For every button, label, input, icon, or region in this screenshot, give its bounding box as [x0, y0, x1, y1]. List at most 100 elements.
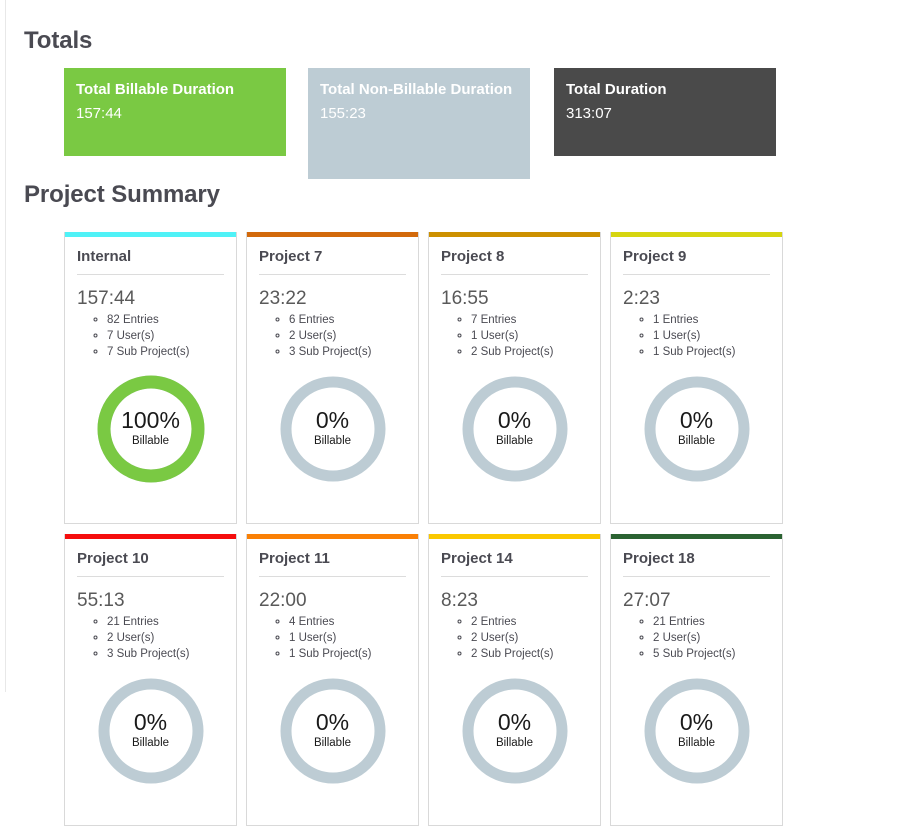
project-card-title: Project 8 — [441, 248, 505, 265]
billable-donut-wrapper: 0% Billable — [259, 375, 406, 483]
project-card-body: Project 9 2:23 1 Entries1 User(s)1 Sub Pro… — [611, 237, 782, 483]
total-billable-duration-tile: Total Billable Duration 157:44 — [64, 68, 286, 156]
project-card-stats-list: 21 Entries2 User(s)3 Sub Project(s) — [93, 615, 224, 662]
billable-donut-chart: 0% Billable — [461, 375, 569, 483]
billable-percent-label: Billable — [677, 737, 716, 750]
project-card-entries: 2 Entries — [471, 615, 588, 631]
project-card-title: Project 11 — [259, 550, 330, 567]
project-card[interactable]: Project 10 55:13 21 Entries2 User(s)3 Sub … — [64, 534, 237, 826]
project-card-divider — [441, 575, 588, 577]
billable-donut-center: 0% Billable — [643, 375, 751, 483]
billable-percent-label: Billable — [313, 435, 352, 448]
project-card-body: Project 18 27:07 21 Entries2 User(s)5 Sub … — [611, 539, 782, 785]
total-billable-duration-label: Total Billable Duration — [76, 81, 235, 98]
project-card[interactable]: Internal 157:44 82 Entries7 User(s)7 Sub P… — [64, 232, 237, 524]
billable-donut-center: 0% Billable — [279, 375, 387, 483]
billable-donut-wrapper: 0% Billable — [623, 677, 770, 785]
project-card-divider — [259, 575, 406, 577]
billable-percent-value: 0% — [679, 709, 714, 736]
project-card-divider — [259, 273, 406, 275]
project-card-sub-projects: 1 Sub Project(s) — [289, 647, 406, 663]
page-title-totals: Totals — [24, 27, 93, 54]
project-card-duration: 157:44 — [77, 287, 136, 309]
project-card-duration: 23:22 — [259, 287, 307, 309]
project-card[interactable]: Project 14 8:23 2 Entries2 User(s)2 Sub Pr… — [428, 534, 601, 826]
project-card-entries: 82 Entries — [107, 313, 224, 329]
total-billable-duration-value: 157:44 — [76, 105, 122, 123]
billable-percent-value: 0% — [497, 407, 532, 434]
project-card-sub-projects: 1 Sub Project(s) — [653, 345, 770, 361]
billable-donut-center: 0% Billable — [97, 677, 205, 785]
total-duration-tile: Total Duration 313:07 — [554, 68, 776, 156]
total-duration-value: 313:07 — [566, 105, 612, 123]
billable-percent-label: Billable — [495, 435, 534, 448]
project-card-entries: 6 Entries — [289, 313, 406, 329]
billable-percent-label: Billable — [313, 737, 352, 750]
project-card-sub-projects: 5 Sub Project(s) — [653, 647, 770, 663]
project-card-title: Project 7 — [259, 248, 323, 265]
billable-percent-value: 100% — [121, 407, 180, 434]
project-card-divider — [623, 575, 770, 577]
total-duration-label: Total Duration — [566, 81, 667, 98]
total-non-billable-duration-label: Total Non-Billable Duration — [320, 81, 513, 98]
project-card[interactable]: Project 8 16:55 7 Entries1 User(s)2 Sub Pr… — [428, 232, 601, 524]
billable-percent-value: 0% — [315, 407, 350, 434]
project-card-users: 2 User(s) — [107, 631, 224, 647]
billable-percent-label: Billable — [495, 737, 534, 750]
project-card-title: Project 18 — [623, 550, 695, 567]
project-card[interactable]: Project 9 2:23 1 Entries1 User(s)1 Sub Pro… — [610, 232, 783, 524]
billable-donut-chart: 0% Billable — [279, 375, 387, 483]
billable-donut-wrapper: 0% Billable — [77, 677, 224, 785]
project-card-sub-projects: 2 Sub Project(s) — [471, 345, 588, 361]
project-card-stats-list: 6 Entries2 User(s)3 Sub Project(s) — [275, 313, 406, 360]
project-card-stats-list: 21 Entries2 User(s)5 Sub Project(s) — [639, 615, 770, 662]
project-card-divider — [623, 273, 770, 275]
billable-donut-center: 0% Billable — [461, 677, 569, 785]
project-card[interactable]: Project 7 23:22 6 Entries2 User(s)3 Sub Pr… — [246, 232, 419, 524]
billable-donut-wrapper: 0% Billable — [623, 375, 770, 483]
project-card-users: 2 User(s) — [289, 329, 406, 345]
total-non-billable-duration-value: 155:23 — [320, 105, 366, 123]
project-card-divider — [441, 273, 588, 275]
project-card-users: 7 User(s) — [107, 329, 224, 345]
project-card-users: 2 User(s) — [471, 631, 588, 647]
project-card-divider — [77, 273, 224, 275]
billable-donut-wrapper: 0% Billable — [259, 677, 406, 785]
project-card[interactable]: Project 11 22:00 4 Entries1 User(s)1 Sub P… — [246, 534, 419, 826]
billable-percent-value: 0% — [497, 709, 532, 736]
billable-percent-label: Billable — [131, 737, 170, 750]
project-card-sub-projects: 7 Sub Project(s) — [107, 345, 224, 361]
billable-percent-label: Billable — [677, 435, 716, 448]
page-title-project-summary: Project Summary — [24, 181, 220, 208]
project-card-body: Project 14 8:23 2 Entries2 User(s)2 Sub Pr… — [429, 539, 600, 785]
project-card-title: Project 9 — [623, 248, 687, 265]
billable-donut-chart: 100% Billable — [97, 375, 205, 483]
project-card-stats-list: 4 Entries1 User(s)1 Sub Project(s) — [275, 615, 406, 662]
billable-donut-center: 100% Billable — [97, 375, 205, 483]
project-card-duration: 55:13 — [77, 589, 125, 611]
project-card-entries: 21 Entries — [107, 615, 224, 631]
billable-donut-wrapper: 100% Billable — [77, 375, 224, 483]
project-card[interactable]: Project 18 27:07 21 Entries2 User(s)5 Sub … — [610, 534, 783, 826]
billable-donut-center: 0% Billable — [279, 677, 387, 785]
project-card-duration: 8:23 — [441, 589, 478, 611]
billable-percent-value: 0% — [679, 407, 714, 434]
project-card-entries: 4 Entries — [289, 615, 406, 631]
project-card-title: Internal — [77, 248, 132, 265]
billable-donut-center: 0% Billable — [461, 375, 569, 483]
project-card-entries: 1 Entries — [653, 313, 770, 329]
billable-percent-value: 0% — [133, 709, 168, 736]
total-non-billable-duration-tile: Total Non-Billable Duration 155:23 — [308, 68, 530, 179]
billable-donut-wrapper: 0% Billable — [441, 677, 588, 785]
project-card-body: Project 7 23:22 6 Entries2 User(s)3 Sub Pr… — [247, 237, 418, 483]
project-card-stats-list: 1 Entries1 User(s)1 Sub Project(s) — [639, 313, 770, 360]
project-card-entries: 21 Entries — [653, 615, 770, 631]
project-summary-report: Totals Total Billable Duration 157:44 To… — [0, 0, 921, 826]
project-card-body: Project 11 22:00 4 Entries1 User(s)1 Sub P… — [247, 539, 418, 785]
project-card-body: Project 10 55:13 21 Entries2 User(s)3 Sub … — [65, 539, 236, 785]
project-card-duration: 27:07 — [623, 589, 671, 611]
project-card-stats-list: 82 Entries7 User(s)7 Sub Project(s) — [93, 313, 224, 360]
project-card-duration: 16:55 — [441, 287, 489, 309]
project-card-users: 1 User(s) — [653, 329, 770, 345]
project-card-sub-projects: 2 Sub Project(s) — [471, 647, 588, 663]
